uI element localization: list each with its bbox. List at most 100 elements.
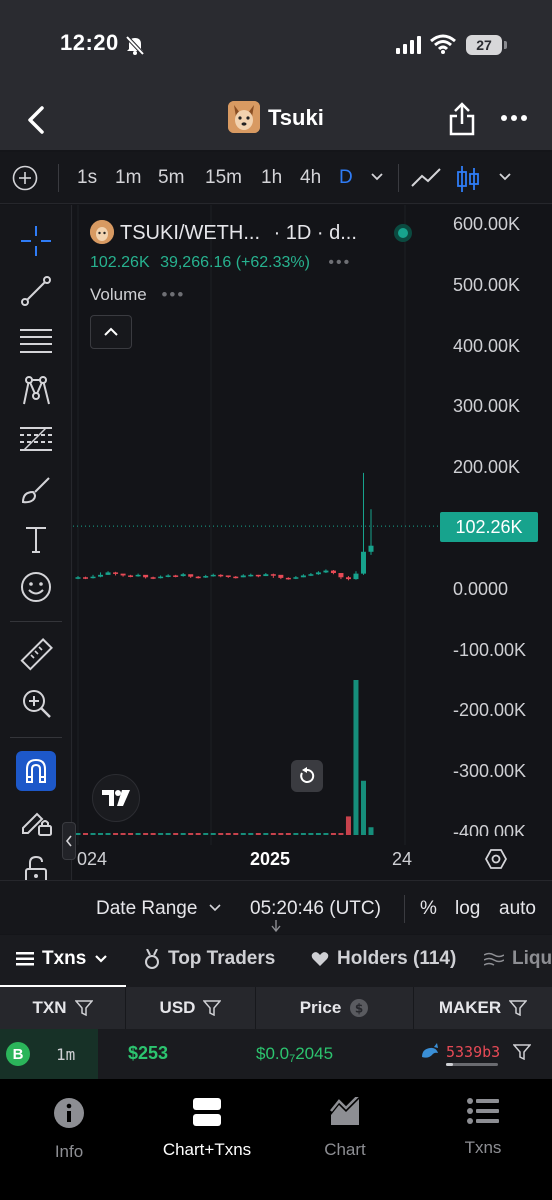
candle-body xyxy=(180,574,186,577)
nav-txns[interactable]: Txns xyxy=(418,1097,548,1158)
market-status-dot xyxy=(394,224,412,242)
dog-avatar-icon xyxy=(228,101,260,133)
volume-bar xyxy=(150,833,156,835)
chevron-down-icon[interactable] xyxy=(498,172,512,182)
line-chart-icon[interactable] xyxy=(410,166,442,190)
symbol-title[interactable]: TSUKI/WETH... · 1D · d... xyxy=(120,222,357,245)
tab-top-traders[interactable]: Top Traders xyxy=(144,948,275,970)
horizontal-lines-tool[interactable] xyxy=(16,321,56,361)
tradingview-logo-icon xyxy=(102,790,130,806)
magnet-tool[interactable] xyxy=(16,751,56,791)
volume-indicator-legend: Volume ••• xyxy=(90,285,185,305)
price-summary: 102.26K 39,266.16 (+62.33%) ••• xyxy=(90,254,351,272)
timeframe-4h[interactable]: 4h xyxy=(300,167,321,189)
back-chevron-icon[interactable] xyxy=(22,104,52,136)
volume-bar xyxy=(203,833,209,835)
fib-tool[interactable] xyxy=(16,419,56,459)
volume-bar xyxy=(188,833,194,835)
candle-body xyxy=(128,575,134,577)
utc-clock[interactable]: 05:20:46 (UTC) xyxy=(250,898,381,920)
log-scale-toggle[interactable]: log xyxy=(455,898,480,920)
txn-usd: $253 xyxy=(128,1043,169,1063)
column-price[interactable]: Price $ xyxy=(256,987,414,1029)
nav-chart[interactable]: Chart xyxy=(280,1094,410,1160)
volume-bar xyxy=(353,680,359,835)
timeframe-d[interactable]: D xyxy=(339,167,353,189)
add-symbol-icon[interactable] xyxy=(12,165,38,191)
volume-bar xyxy=(210,833,216,835)
volume-bar xyxy=(75,833,81,835)
heart-icon xyxy=(311,952,329,966)
toolbar-divider xyxy=(10,737,62,738)
volume-bar xyxy=(105,833,111,835)
more-dots-icon[interactable]: ••• xyxy=(328,254,351,271)
volume-bar xyxy=(248,833,254,835)
nav-label: Txns xyxy=(464,1138,502,1157)
date-range-button[interactable]: Date Range xyxy=(96,898,221,920)
candlestick-icon[interactable] xyxy=(456,164,480,194)
more-options-icon[interactable] xyxy=(500,104,528,132)
tab-liquidity[interactable]: Liqu xyxy=(484,948,552,970)
lock-drawing-tool[interactable] xyxy=(16,801,56,841)
reset-chart-button[interactable] xyxy=(291,760,323,792)
candle-body xyxy=(165,575,171,577)
nav-info[interactable]: Info xyxy=(4,1097,134,1162)
candle-body xyxy=(225,575,231,577)
volume-label: Volume xyxy=(90,285,147,304)
candle-body xyxy=(323,570,329,573)
auto-scale-toggle[interactable]: auto xyxy=(499,898,536,920)
candle-body xyxy=(83,577,89,579)
status-time: 12:20 xyxy=(60,30,119,55)
zoom-tool[interactable] xyxy=(16,683,56,723)
timeframe-1h[interactable]: 1h xyxy=(261,167,282,189)
token-avatar xyxy=(228,101,260,133)
tab-holders[interactable]: Holders (114) xyxy=(311,948,456,970)
brush-icon xyxy=(21,477,50,504)
trend-line-tool[interactable] xyxy=(16,271,56,311)
volume-bar xyxy=(345,816,351,835)
emoji-tool[interactable] xyxy=(16,567,56,607)
more-dots-icon[interactable]: ••• xyxy=(161,285,185,304)
volume-bar xyxy=(308,833,314,835)
candle-body xyxy=(135,574,141,577)
tab-label: Liqu xyxy=(512,948,552,969)
crosshair-tool[interactable] xyxy=(16,221,56,261)
maker-share-bar xyxy=(446,1063,498,1066)
reset-icon xyxy=(300,767,315,783)
price-change: 39,266.16 (+62.33%) xyxy=(160,254,310,271)
timeframe-1s[interactable]: 1s xyxy=(77,167,97,189)
text-icon xyxy=(26,527,46,553)
smiley-icon xyxy=(21,572,51,602)
candle-body xyxy=(105,572,111,575)
column-maker[interactable]: MAKER xyxy=(414,987,552,1029)
y-tick: -200.00K xyxy=(453,700,527,720)
volume-bar xyxy=(98,833,104,835)
timeframe-15m[interactable]: 15m xyxy=(205,167,242,189)
ruler-tool[interactable] xyxy=(16,635,56,675)
collapse-toolbar-button[interactable] xyxy=(62,822,76,860)
text-tool[interactable] xyxy=(16,519,56,559)
timeframe-1m[interactable]: 1m xyxy=(115,167,141,189)
collapse-legend-button[interactable] xyxy=(90,315,132,349)
column-txn[interactable]: TXN xyxy=(0,987,126,1029)
nav-chart-txns[interactable]: Chart+Txns xyxy=(142,1097,272,1160)
percent-scale-toggle[interactable]: % xyxy=(420,898,437,920)
tradingview-logo[interactable] xyxy=(92,774,140,822)
crosshair-icon xyxy=(21,226,51,256)
chart-settings-icon[interactable] xyxy=(485,848,507,870)
filter-maker-icon[interactable] xyxy=(513,1044,531,1060)
nav-label: Info xyxy=(54,1142,84,1161)
timeframe-5m[interactable]: 5m xyxy=(158,167,184,189)
chevron-down-icon[interactable] xyxy=(370,172,384,182)
timeframe-toolbar: 1s 1m 5m 15m 1h 4h D xyxy=(0,152,552,204)
volume-bar xyxy=(165,833,171,835)
tab-txns[interactable]: Txns xyxy=(16,948,108,970)
table-row[interactable]: B 1m $253 $0.072045 5339b3 xyxy=(0,1029,552,1079)
share-icon[interactable] xyxy=(448,102,476,136)
brush-tool[interactable] xyxy=(16,469,56,509)
maker-address[interactable]: 5339b3 xyxy=(446,1043,500,1061)
nav-label: Chart+Txns xyxy=(162,1140,252,1159)
column-usd[interactable]: USD xyxy=(126,987,256,1029)
pattern-tool[interactable] xyxy=(16,371,56,411)
x-tick: 2025 xyxy=(250,849,291,869)
